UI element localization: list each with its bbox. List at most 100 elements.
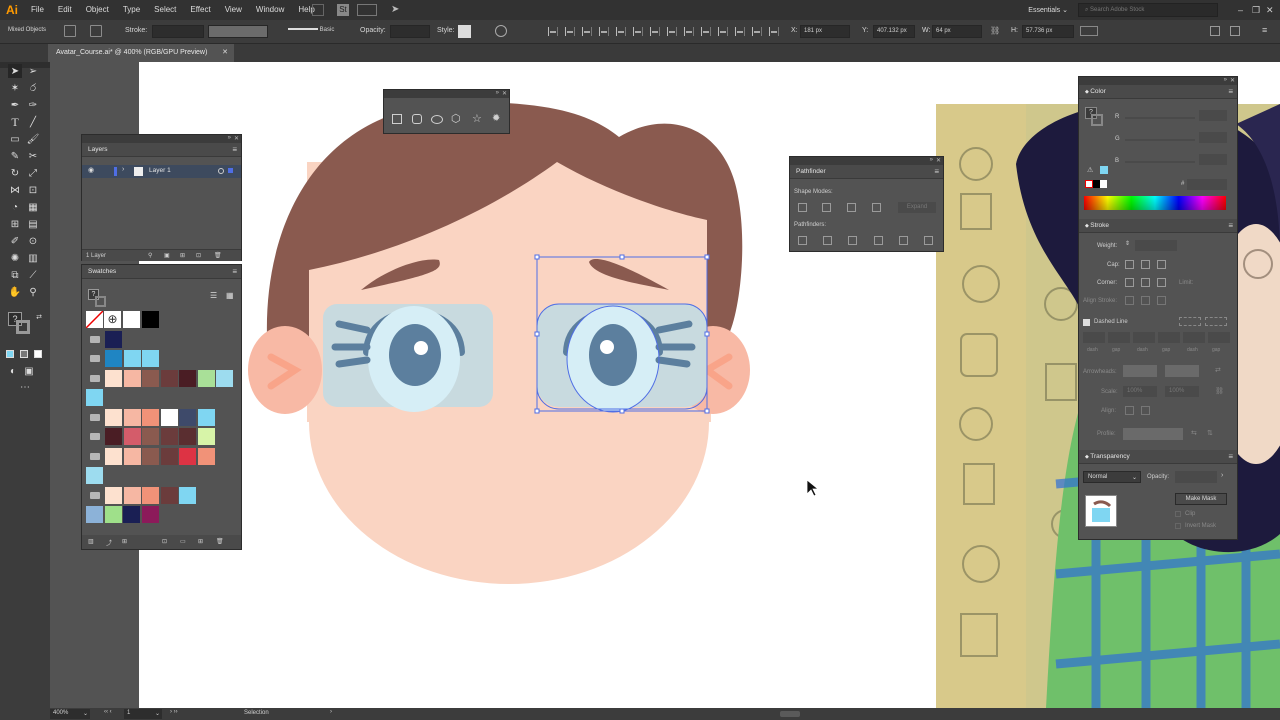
- g-input[interactable]: [1199, 132, 1227, 143]
- stroke-weight-input[interactable]: [152, 25, 204, 38]
- out-of-gamut-icon[interactable]: ⚠: [1087, 166, 1095, 174]
- color-swatch[interactable]: [197, 448, 215, 465]
- dash-input[interactable]: [1083, 332, 1105, 343]
- ellipse-tool-icon[interactable]: [431, 115, 443, 124]
- align-outside-icon[interactable]: [1157, 296, 1166, 305]
- control-menu-icon[interactable]: ≡: [1262, 25, 1272, 37]
- h-input[interactable]: 57.736 px: [1022, 25, 1074, 38]
- round-join-icon[interactable]: [1141, 278, 1150, 287]
- closest-color-swatch[interactable]: [1100, 166, 1108, 174]
- color-swatch[interactable]: [197, 370, 215, 387]
- color-swatch[interactable]: [105, 448, 122, 465]
- bridge-icon[interactable]: [312, 4, 324, 16]
- workspace-switcher[interactable]: Essentials ⌄: [1028, 6, 1068, 14]
- round-cap-icon[interactable]: [1141, 260, 1150, 269]
- menu-view[interactable]: View: [218, 0, 249, 20]
- draw-mode-icon[interactable]: ◐: [6, 364, 20, 378]
- color-group-folder-icon[interactable]: [90, 492, 100, 499]
- divide-icon[interactable]: [798, 236, 807, 245]
- gap-input[interactable]: [1158, 332, 1180, 343]
- artboard-tool-icon[interactable]: ⧉: [8, 268, 22, 282]
- color-group-folder-icon[interactable]: [90, 336, 100, 343]
- color-swatch[interactable]: [123, 506, 140, 523]
- collapse-icon[interactable]: »: [1224, 77, 1227, 83]
- pathfinder-tab[interactable]: Pathfinder ≡: [790, 165, 943, 179]
- transparency-tab[interactable]: ◆ Transparency ≡: [1079, 450, 1237, 464]
- width-tool-icon[interactable]: ⋈: [8, 183, 22, 197]
- transparency-opacity-input[interactable]: [1175, 471, 1217, 483]
- selection-handle[interactable]: [534, 331, 540, 337]
- link-proportions-icon[interactable]: ⛓: [990, 26, 1000, 36]
- color-swatch[interactable]: [142, 428, 159, 445]
- color-group-folder-icon[interactable]: [90, 355, 100, 362]
- trim-icon[interactable]: [823, 236, 832, 245]
- selection-handle[interactable]: [704, 254, 710, 260]
- document-tab[interactable]: Avatar_Course.ai* @ 400% (RGB/GPU Previe…: [48, 44, 234, 62]
- distribute-top-icon[interactable]: [650, 27, 660, 36]
- color-swatch[interactable]: [160, 487, 178, 504]
- color-swatch[interactable]: [123, 370, 141, 387]
- align-dashes-icon[interactable]: [1205, 317, 1227, 326]
- rectangle-tool-icon[interactable]: [392, 114, 402, 124]
- object-thumbnail[interactable]: [1085, 495, 1117, 527]
- edit-toolbar-icon[interactable]: ⋯: [18, 380, 32, 394]
- selection-handle[interactable]: [534, 254, 540, 260]
- app-logo[interactable]: Ai: [0, 0, 24, 20]
- align-top-icon[interactable]: [599, 27, 609, 36]
- delete-layer-icon[interactable]: 🗑: [214, 252, 222, 259]
- close-window-button[interactable]: ✕: [1266, 5, 1280, 16]
- align-inside-icon[interactable]: [1141, 296, 1150, 305]
- minimize-button[interactable]: –: [1238, 5, 1252, 15]
- color-swatch[interactable]: [141, 311, 159, 328]
- color-group-folder-icon[interactable]: [90, 453, 100, 460]
- status-menu-arrow[interactable]: ›: [330, 709, 332, 715]
- invert-mask-checkbox[interactable]: [1175, 523, 1181, 529]
- panel-menu-icon[interactable]: ≡: [232, 143, 237, 157]
- add-to-library-icon[interactable]: ⤴: [106, 538, 112, 547]
- miter-join-icon[interactable]: [1125, 278, 1134, 287]
- slice-tool-icon[interactable]: ⟋: [26, 268, 40, 282]
- align-center-icon[interactable]: [1125, 296, 1134, 305]
- distribute-vertical-center-icon[interactable]: [667, 27, 677, 36]
- color-swatch[interactable]: [105, 487, 122, 504]
- arrange-documents-icon[interactable]: [357, 4, 377, 16]
- selection-tool-icon[interactable]: ➤: [8, 64, 22, 78]
- color-swatch[interactable]: [105, 370, 122, 387]
- color-swatch[interactable]: [216, 370, 233, 387]
- new-color-group-icon[interactable]: ▭: [180, 538, 186, 545]
- x-input[interactable]: 181 px: [800, 25, 850, 38]
- menu-edit[interactable]: Edit: [51, 0, 79, 20]
- profile-select[interactable]: [1123, 428, 1183, 440]
- selection-handle[interactable]: [704, 331, 710, 337]
- panel-menu-icon[interactable]: ≡: [1228, 85, 1233, 99]
- menu-object[interactable]: Object: [79, 0, 116, 20]
- none-swatch[interactable]: [1085, 180, 1093, 188]
- star-tool-icon[interactable]: ☆: [472, 113, 484, 125]
- close-panel-icon[interactable]: ✕: [502, 90, 507, 97]
- color-swatch[interactable]: [105, 409, 122, 426]
- end-arrowhead-select[interactable]: [1165, 365, 1199, 377]
- crop-icon[interactable]: [874, 236, 883, 245]
- b-input[interactable]: [1199, 154, 1227, 165]
- weight-input[interactable]: [1135, 240, 1177, 251]
- close-panel-icon[interactable]: ✕: [1230, 77, 1235, 84]
- color-swatch[interactable]: [123, 448, 141, 465]
- color-swatch[interactable]: [142, 448, 159, 465]
- align-options-icon[interactable]: [769, 27, 779, 36]
- recolor-artwork-icon[interactable]: [495, 25, 507, 37]
- menu-file[interactable]: File: [24, 0, 51, 20]
- selection-handle[interactable]: [704, 408, 710, 414]
- flip-along-icon[interactable]: ⇆: [1191, 429, 1197, 437]
- collapse-icon[interactable]: »: [496, 90, 499, 96]
- fill-swatch[interactable]: [64, 25, 76, 37]
- mesh-tool-icon[interactable]: ⊞: [8, 217, 22, 231]
- visibility-eye-icon[interactable]: ◉: [88, 166, 94, 174]
- lasso-tool-icon[interactable]: ර: [26, 81, 40, 95]
- y-input[interactable]: 407.132 px: [873, 25, 915, 38]
- menu-select[interactable]: Select: [147, 0, 183, 20]
- scissors-tool-icon[interactable]: ✂: [26, 149, 40, 163]
- w-input[interactable]: 64 px: [932, 25, 982, 38]
- b-slider[interactable]: [1125, 161, 1195, 163]
- color-swatch[interactable]: [160, 370, 178, 387]
- expand-layer-icon[interactable]: ›: [122, 166, 124, 173]
